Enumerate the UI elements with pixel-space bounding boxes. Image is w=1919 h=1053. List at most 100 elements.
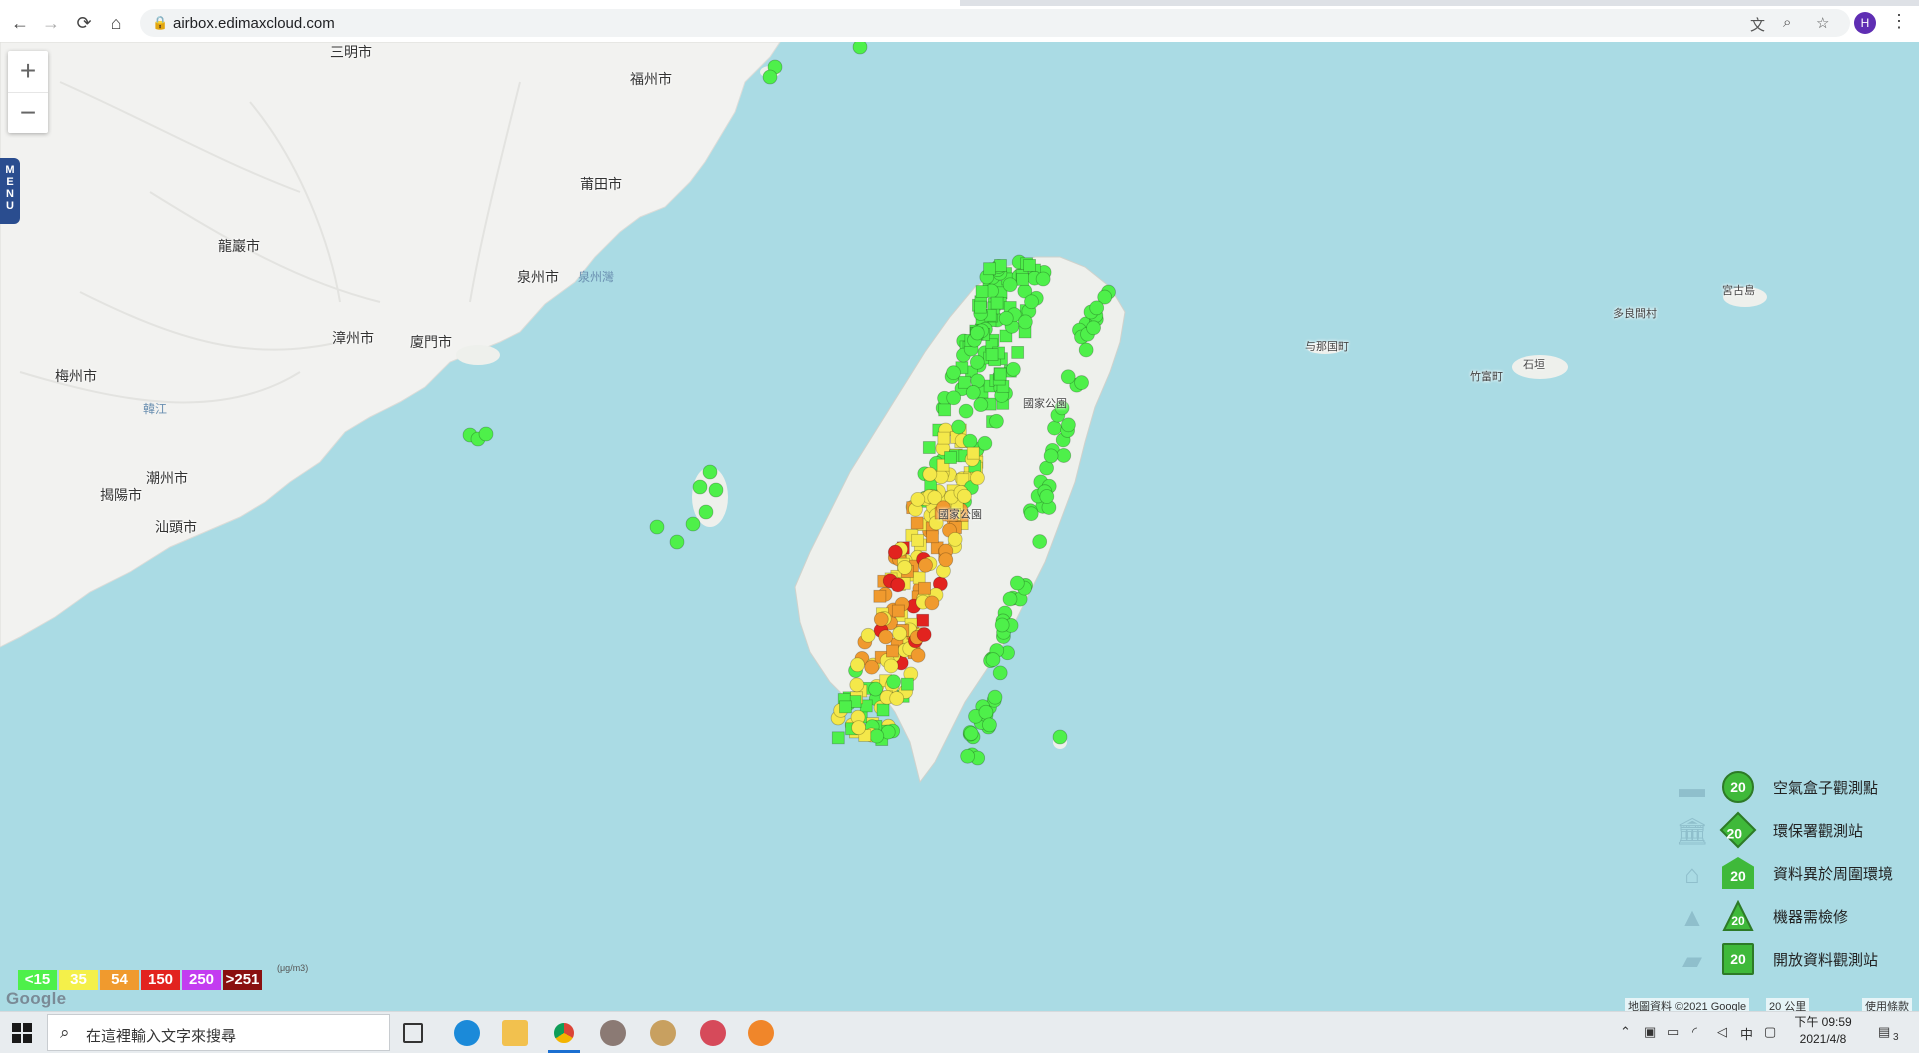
show-hidden-icons-icon[interactable]: ⌃ xyxy=(1620,1024,1631,1040)
station-marker[interactable] xyxy=(692,479,708,495)
station-marker[interactable] xyxy=(890,577,906,593)
station-marker[interactable] xyxy=(685,516,701,532)
station-marker[interactable] xyxy=(911,533,925,547)
task-view-icon[interactable] xyxy=(403,1023,423,1043)
station-marker[interactable] xyxy=(924,595,940,611)
zoom-in-button[interactable]: + xyxy=(8,51,48,93)
station-marker[interactable] xyxy=(978,704,994,720)
station-marker[interactable] xyxy=(946,390,962,406)
wifi-icon[interactable]: ◜ xyxy=(1692,1024,1697,1040)
station-marker[interactable] xyxy=(965,385,981,400)
station-marker[interactable] xyxy=(1035,271,1051,287)
file-explorer-icon[interactable] xyxy=(502,1020,528,1046)
station-marker[interactable] xyxy=(983,262,996,276)
browser-menu-icon[interactable]: ⋮ xyxy=(1890,11,1908,32)
station-marker[interactable] xyxy=(1056,448,1072,463)
station-marker[interactable] xyxy=(1060,369,1076,385)
profile-avatar[interactable]: H xyxy=(1854,12,1876,34)
station-marker[interactable] xyxy=(947,531,963,547)
air-quality-markers[interactable] xyxy=(0,42,1919,1011)
station-marker[interactable] xyxy=(892,626,908,641)
station-marker[interactable] xyxy=(969,354,985,370)
bookmark-star-icon[interactable]: ☆ xyxy=(1816,14,1829,32)
station-marker[interactable] xyxy=(977,435,993,451)
station-marker[interactable] xyxy=(1024,294,1039,310)
volume-icon[interactable]: ◁ xyxy=(1717,1024,1727,1040)
station-marker[interactable] xyxy=(938,403,952,417)
reload-icon[interactable]: ⟳ xyxy=(73,12,95,34)
station-marker[interactable] xyxy=(958,403,974,419)
station-marker[interactable] xyxy=(966,446,980,460)
station-marker[interactable] xyxy=(1032,534,1048,549)
station-marker[interactable] xyxy=(922,466,938,482)
station-marker[interactable] xyxy=(946,365,961,381)
station-marker[interactable] xyxy=(831,731,845,745)
station-marker[interactable] xyxy=(1002,277,1018,293)
app-icon[interactable] xyxy=(700,1020,726,1046)
station-marker[interactable] xyxy=(918,581,931,595)
notification-center-icon[interactable]: ▤ xyxy=(1878,1024,1890,1040)
terms-link[interactable]: 使用條款 xyxy=(1862,998,1912,1011)
blender-icon[interactable] xyxy=(748,1020,774,1046)
tray-app-icon[interactable]: ▣ xyxy=(1644,1024,1656,1040)
station-marker[interactable] xyxy=(1043,448,1059,464)
station-marker[interactable] xyxy=(1078,342,1094,358)
station-marker[interactable] xyxy=(860,627,876,643)
app-icon[interactable] xyxy=(600,1020,626,1046)
ime-mode-icon[interactable]: ▢ xyxy=(1764,1024,1776,1040)
station-marker[interactable] xyxy=(994,617,1010,633)
station-marker[interactable] xyxy=(973,300,987,314)
station-marker[interactable] xyxy=(851,720,866,736)
menu-tab[interactable]: MENU xyxy=(0,158,20,224)
station-marker[interactable] xyxy=(916,627,932,642)
active-tab[interactable] xyxy=(0,0,960,6)
taskbar-search-box[interactable]: ⌕ 在這裡輸入文字來搜尋 xyxy=(47,1014,390,1051)
station-marker[interactable] xyxy=(864,659,880,675)
station-marker[interactable] xyxy=(478,426,494,442)
station-marker[interactable] xyxy=(910,491,926,507)
edge-browser-icon[interactable] xyxy=(454,1020,480,1046)
station-marker[interactable] xyxy=(989,413,1004,429)
station-marker[interactable] xyxy=(1002,591,1018,607)
station-marker[interactable] xyxy=(990,296,1004,310)
station-marker[interactable] xyxy=(960,748,976,764)
station-marker[interactable] xyxy=(918,557,933,573)
station-marker[interactable] xyxy=(1009,575,1025,591)
station-marker[interactable] xyxy=(963,726,979,741)
station-marker[interactable] xyxy=(975,285,989,298)
station-marker[interactable] xyxy=(992,665,1008,681)
station-marker[interactable] xyxy=(987,689,1003,705)
station-marker[interactable] xyxy=(887,544,903,560)
station-marker[interactable] xyxy=(916,613,930,627)
station-marker[interactable] xyxy=(1005,361,1021,377)
station-marker[interactable] xyxy=(891,604,905,618)
map-scale[interactable]: 20 公里 xyxy=(1766,998,1810,1011)
station-marker[interactable] xyxy=(1023,506,1039,522)
station-marker[interactable] xyxy=(1052,729,1068,745)
station-marker[interactable] xyxy=(1074,375,1089,390)
zoom-icon[interactable]: ⌕ xyxy=(1783,14,1791,31)
battery-icon[interactable]: ▭ xyxy=(1667,1024,1679,1040)
map-canvas[interactable]: 福州市 三明市 莆田市 龍巖市 泉州市 漳州市 廈門市 梅州市 潮州市 揭陽市 … xyxy=(0,42,1919,1011)
station-marker[interactable] xyxy=(910,516,924,530)
station-marker[interactable] xyxy=(698,504,714,520)
zoom-out-button[interactable]: − xyxy=(8,93,48,134)
station-marker[interactable] xyxy=(973,397,989,413)
forward-icon[interactable]: → xyxy=(40,12,62,34)
station-marker[interactable] xyxy=(993,367,1007,381)
station-marker[interactable] xyxy=(762,69,778,85)
map-data-attribution[interactable]: 地圖資料 ©2021 Google xyxy=(1625,998,1750,1011)
station-marker[interactable] xyxy=(886,674,902,690)
station-marker[interactable] xyxy=(889,691,905,706)
station-marker[interactable] xyxy=(1047,420,1062,436)
station-marker[interactable] xyxy=(1016,272,1029,286)
station-marker[interactable] xyxy=(994,259,1007,272)
home-icon[interactable]: ⌂ xyxy=(105,12,127,34)
station-marker[interactable] xyxy=(970,470,985,486)
station-marker[interactable] xyxy=(956,488,972,504)
station-marker[interactable] xyxy=(1086,320,1101,336)
station-marker[interactable] xyxy=(869,728,885,744)
station-marker[interactable] xyxy=(1089,300,1105,316)
station-marker[interactable] xyxy=(969,325,985,341)
station-marker[interactable] xyxy=(702,464,718,480)
